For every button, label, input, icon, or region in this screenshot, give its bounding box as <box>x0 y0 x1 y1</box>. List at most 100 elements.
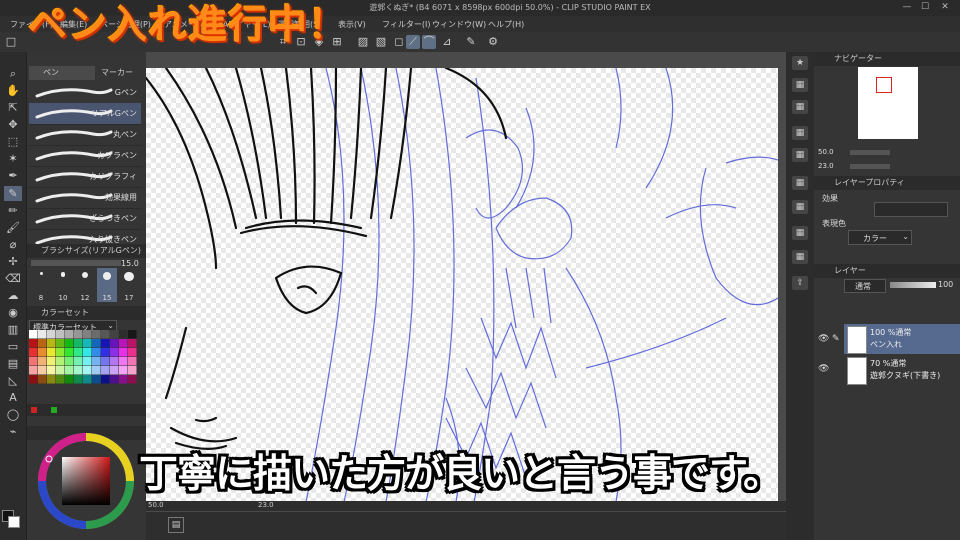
color-swatch[interactable] <box>38 366 47 375</box>
color-swatch[interactable] <box>110 339 119 348</box>
color-swatch[interactable] <box>83 375 92 384</box>
palette-icon-5[interactable]: ▦ <box>792 176 808 190</box>
pen-tool-icon[interactable]: ✎ <box>4 186 22 201</box>
palette-icon-4[interactable]: ▦ <box>792 148 808 162</box>
eye-icon[interactable]: 👁 <box>818 334 829 344</box>
color-swatch[interactable] <box>119 348 128 357</box>
color-swatch[interactable] <box>47 366 56 375</box>
navigator-preview[interactable] <box>858 67 918 139</box>
color-swatch[interactable] <box>101 348 110 357</box>
layer-row-pen[interactable]: 100 %通常 ペン入れ <box>844 324 960 354</box>
menu-help[interactable]: ヘルプ(H) <box>488 19 524 30</box>
palette-icon-1[interactable]: ▦ <box>792 78 808 92</box>
tab-pen[interactable]: ペン <box>29 66 95 80</box>
color-swatch[interactable] <box>56 375 65 384</box>
auto-select-tool-icon[interactable]: ✶ <box>4 151 22 166</box>
brush-item[interactable]: 効果線用 <box>29 187 141 209</box>
color-swatch[interactable] <box>65 348 74 357</box>
color-swatch[interactable] <box>92 348 101 357</box>
opacity-slider[interactable] <box>890 282 936 288</box>
brushsize-preset[interactable]: 8 <box>31 268 51 302</box>
color-swatch[interactable] <box>65 330 74 339</box>
snap-special-ruler-icon[interactable]: ⌒ <box>422 35 436 49</box>
color-swatch[interactable] <box>101 375 110 384</box>
color-swatch[interactable] <box>128 357 137 366</box>
color-swatch[interactable] <box>29 357 38 366</box>
color-swatch[interactable] <box>92 366 101 375</box>
color-swatch[interactable] <box>38 375 47 384</box>
color-swatch[interactable] <box>110 366 119 375</box>
blend-mode-select[interactable]: 通常 <box>844 279 886 293</box>
layer-row-sketch[interactable]: 70 %通常 遊郭クヌギ(下書き) <box>844 355 960 385</box>
color-swatch[interactable] <box>74 330 83 339</box>
color-swatch[interactable] <box>65 375 74 384</box>
tab-marker[interactable]: マーカー <box>87 66 153 80</box>
color-swatch[interactable] <box>92 339 101 348</box>
move-layer-tool-icon[interactable]: ✥ <box>4 117 22 132</box>
material-icon[interactable]: ★ <box>792 56 808 70</box>
correct-line-tool-icon[interactable]: ⌁ <box>4 424 22 439</box>
snap-ruler-icon[interactable]: ⟋ <box>406 35 420 49</box>
export-icon[interactable]: ⇪ <box>792 276 808 290</box>
drawing-canvas[interactable] <box>146 68 778 502</box>
color-swatch[interactable] <box>47 348 56 357</box>
color-swatch[interactable] <box>56 348 65 357</box>
navigator-zoom-slider[interactable] <box>850 150 890 155</box>
color-swatch[interactable] <box>101 339 110 348</box>
color-swatch[interactable] <box>83 339 92 348</box>
color-swatch[interactable] <box>119 330 128 339</box>
color-swatch[interactable] <box>74 366 83 375</box>
palette-icon-7[interactable]: ▦ <box>792 226 808 240</box>
color-swatch[interactable] <box>29 366 38 375</box>
brush-item[interactable]: カブラペン <box>29 145 141 167</box>
snap-grid-icon[interactable]: ⊿ <box>440 35 454 49</box>
menu-window[interactable]: ウィンドウ(W) <box>432 19 486 30</box>
blend-tool-icon[interactable]: ☁ <box>4 288 22 303</box>
sub-color-swatch[interactable] <box>8 516 20 528</box>
figure-tool-icon[interactable]: ▭ <box>4 339 22 354</box>
navigator-rotate-slider[interactable] <box>850 164 890 169</box>
settings-icon[interactable]: ⚙ <box>486 35 500 49</box>
color-swatch[interactable] <box>83 357 92 366</box>
color-swatch-grid[interactable] <box>29 330 137 385</box>
colorset-green-chip[interactable] <box>51 407 57 413</box>
color-swatch[interactable] <box>38 357 47 366</box>
color-swatch[interactable] <box>74 339 83 348</box>
menu-filter[interactable]: フィルター(I) <box>382 19 430 30</box>
color-swatch[interactable] <box>101 366 110 375</box>
color-swatch[interactable] <box>47 330 56 339</box>
color-swatch[interactable] <box>56 357 65 366</box>
fill-tool-icon[interactable]: ◉ <box>4 305 22 320</box>
color-swatch[interactable] <box>92 375 101 384</box>
color-swatch[interactable] <box>119 357 128 366</box>
expression-select[interactable]: カラー ⌄ <box>848 230 912 245</box>
color-swatch[interactable] <box>92 357 101 366</box>
color-swatch[interactable] <box>119 366 128 375</box>
color-swatch[interactable] <box>74 348 83 357</box>
layout-toggle-icon[interactable]: ▤ <box>168 517 184 533</box>
color-swatch[interactable] <box>56 366 65 375</box>
color-swatch[interactable] <box>128 375 137 384</box>
brush-tool-icon[interactable]: 🖌 <box>4 220 22 235</box>
brushsize-preset[interactable]: 12 <box>75 268 95 302</box>
text-tool-icon[interactable]: A <box>4 390 22 405</box>
eyedropper-tool-icon[interactable]: ✒ <box>4 168 22 183</box>
color-swatch[interactable] <box>128 330 137 339</box>
color-swatch[interactable] <box>83 330 92 339</box>
color-swatch[interactable] <box>65 366 74 375</box>
brushsize-preset[interactable]: 10 <box>53 268 73 302</box>
brush-item[interactable]: 丸ペン <box>29 124 141 146</box>
palette-icon-8[interactable]: ▦ <box>792 250 808 264</box>
color-swatch[interactable] <box>110 348 119 357</box>
color-swatch[interactable] <box>29 330 38 339</box>
eraser-tool-icon[interactable]: ⌫ <box>4 271 22 286</box>
brushsize-preset[interactable]: 17 <box>119 268 139 302</box>
color-swatch[interactable] <box>128 339 137 348</box>
color-swatch[interactable] <box>29 339 38 348</box>
brushsize-preset[interactable]: 15 <box>97 268 117 302</box>
brush-item[interactable]: カリグラフィ <box>29 166 141 188</box>
selection-tool-icon[interactable]: ⬚ <box>4 134 22 149</box>
color-swatch[interactable] <box>74 357 83 366</box>
color-swatch[interactable] <box>38 339 47 348</box>
color-swatch[interactable] <box>119 339 128 348</box>
